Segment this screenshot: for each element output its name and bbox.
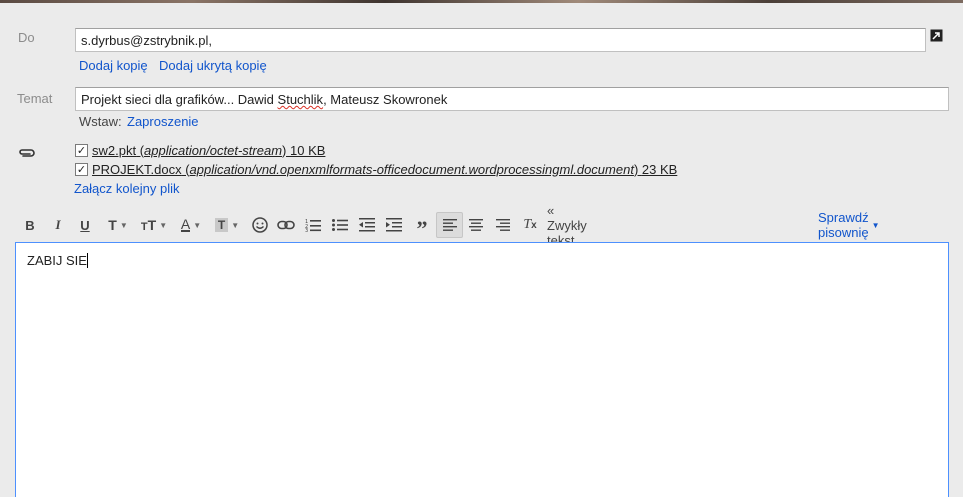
text-cursor — [86, 253, 88, 268]
attachment-size: 10 KB — [290, 142, 326, 158]
attachment-mime: application/vnd.openxmlformats-officedoc… — [189, 161, 634, 177]
outdent-icon — [359, 218, 375, 232]
chevron-down-icon: ▼ — [193, 220, 202, 230]
subject-misspelled-word: Stuchlik — [277, 92, 324, 107]
align-left-icon — [442, 219, 457, 231]
indent-icon — [386, 218, 402, 232]
subject-field[interactable]: Projekt sieci dla grafików... Dawid Stuc… — [75, 87, 949, 111]
bold-button[interactable]: B — [18, 212, 42, 238]
underline-icon: U — [80, 217, 90, 233]
numbered-list-button[interactable]: 123 — [301, 212, 325, 238]
svg-text:3: 3 — [305, 228, 308, 232]
background-strip — [0, 0, 963, 3]
to-field[interactable]: s.dyrbus@zstrybnik.pl, — [75, 28, 926, 52]
subject-text-part2: , Mateusz Skowronek — [323, 92, 448, 107]
attachment-checkbox[interactable]: ✓ — [75, 143, 88, 157]
attachment-size: 23 KB — [641, 161, 678, 177]
add-bcc-link[interactable]: Dodaj ukrytą kopię — [159, 58, 267, 73]
chevron-down-icon: ▼ — [871, 220, 880, 230]
chevron-down-icon: ▼ — [231, 220, 240, 230]
attachment-checkbox[interactable]: ✓ — [75, 162, 88, 176]
message-body-text: ZABIJ SIE — [27, 253, 87, 268]
emoji-button[interactable] — [248, 212, 272, 238]
subject-label: Temat — [17, 91, 53, 106]
insert-invitation-link[interactable]: Zaproszenie — [127, 114, 199, 129]
remove-formatting-button[interactable]: Tx — [518, 212, 542, 238]
text-background-icon: T — [214, 218, 229, 232]
chevron-down-icon: ▼ — [159, 220, 168, 230]
link-icon — [277, 220, 295, 230]
attachment-filename: PROJEKT.docx — [92, 161, 182, 177]
align-left-button[interactable] — [436, 212, 463, 238]
popout-icon[interactable] — [930, 29, 943, 42]
insert-link-button[interactable] — [274, 212, 298, 238]
align-center-button[interactable] — [464, 212, 488, 238]
decrease-indent-button[interactable] — [355, 212, 379, 238]
font-size-icon: TT — [140, 217, 157, 233]
message-body[interactable]: ZABIJ SIE — [15, 242, 949, 497]
add-cc-link[interactable]: Dodaj kopię — [79, 58, 148, 73]
attachment-item: ✓ sw2.pkt (application/octet-stream) 10 … — [75, 142, 325, 158]
align-right-icon — [496, 219, 510, 231]
smiley-icon — [252, 217, 268, 233]
quote-icon: ” — [416, 216, 428, 241]
clear-format-icon: Tx — [523, 217, 537, 232]
increase-indent-button[interactable] — [382, 212, 406, 238]
insert-label: Wstaw: — [79, 114, 122, 129]
text-color-button[interactable]: A ▼ — [175, 212, 207, 238]
font-size-button[interactable]: TT ▼ — [138, 212, 170, 238]
quote-button[interactable]: ” — [410, 212, 434, 241]
chevron-down-icon: ▼ — [119, 220, 128, 230]
text-color-icon: A — [180, 216, 191, 232]
attachment-item: ✓ PROJEKT.docx (application/vnd.openxmlf… — [75, 161, 677, 177]
subject-text-part1: Projekt sieci dla grafików... Dawid — [81, 92, 278, 107]
spellcheck-button[interactable]: Sprawdź pisownię ▼ — [818, 210, 880, 240]
attach-another-link[interactable]: Załącz kolejny plik — [74, 181, 180, 196]
bold-icon: B — [25, 217, 35, 233]
bulleted-list-button[interactable] — [328, 212, 352, 238]
italic-button[interactable]: I — [46, 212, 70, 238]
numbered-list-icon: 123 — [305, 219, 321, 232]
paperclip-icon — [18, 147, 36, 159]
align-right-button[interactable] — [491, 212, 515, 238]
font-icon: T — [108, 217, 117, 233]
align-center-icon — [469, 219, 483, 231]
attachment-filename: sw2.pkt — [92, 142, 137, 158]
italic-icon: I — [55, 217, 61, 232]
font-family-button[interactable]: T ▼ — [102, 212, 134, 238]
spellcheck-label: Sprawdź pisownię — [818, 210, 869, 240]
to-value: s.dyrbus@zstrybnik.pl, — [81, 33, 212, 48]
to-label: Do — [18, 30, 35, 45]
bulleted-list-icon — [332, 219, 348, 231]
attachment-mime: application/octet-stream — [144, 142, 283, 158]
attachment-link[interactable]: PROJEKT.docx (application/vnd.openxmlfor… — [92, 162, 677, 177]
underline-button[interactable]: U — [73, 212, 97, 238]
attachment-link[interactable]: sw2.pkt (application/octet-stream) 10 KB — [92, 143, 325, 158]
remove-format-menu-button[interactable]: T ▼ — [211, 212, 243, 238]
plain-text-link[interactable]: « Zwykły tekst — [547, 203, 587, 248]
